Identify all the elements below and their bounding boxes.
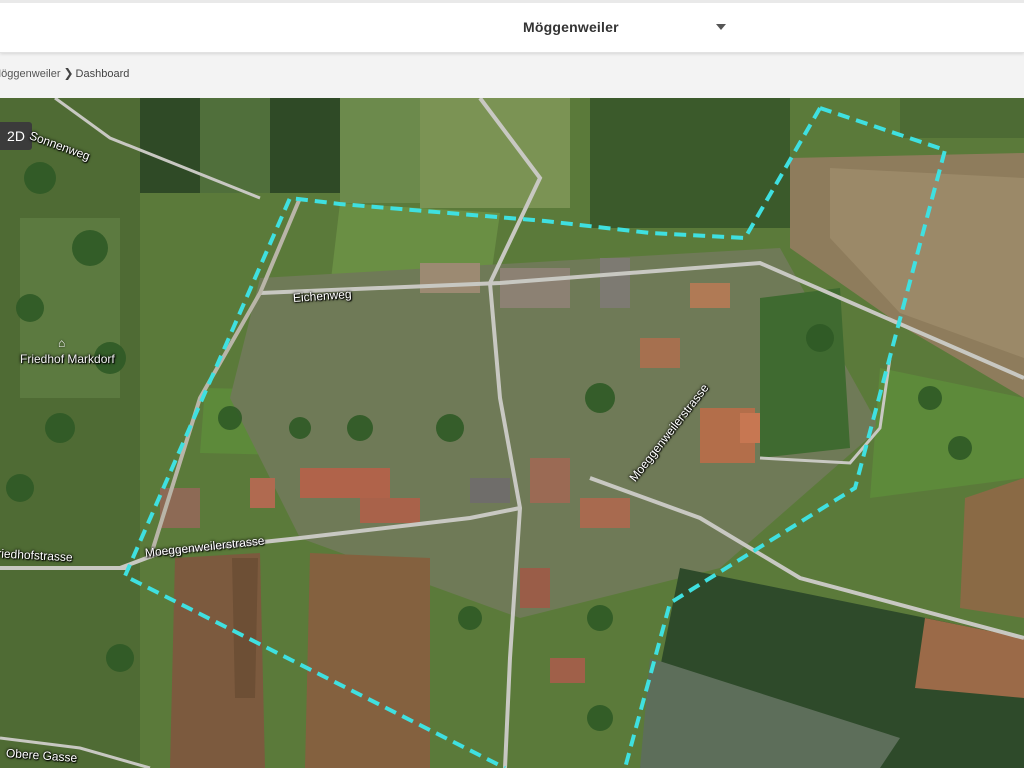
view-toggle-2d-button[interactable]: 2D	[0, 122, 32, 150]
top-bar: Möggenweiler	[0, 0, 1024, 53]
map-imagery	[0, 98, 1024, 768]
breadcrumb-item-location[interactable]: Möggenweiler	[0, 68, 60, 80]
chevron-right-icon: ❯	[63, 66, 74, 80]
cemetery-icon: ⌂	[58, 336, 66, 350]
location-selector[interactable]: Möggenweiler	[505, 14, 735, 40]
top-strip	[0, 0, 1024, 3]
breadcrumb-item-dashboard: Dashboard	[75, 68, 130, 80]
satellite-map[interactable]: 2D Sonnenweg Eichenweg Moeggenweilerstra…	[0, 98, 1024, 768]
breadcrumb: Möggenweiler❯Dashboard	[0, 66, 129, 84]
map-label-cemetery: Friedhof Markdorf	[20, 352, 115, 366]
chevron-down-icon[interactable]	[716, 24, 726, 30]
location-selector-value: Möggenweiler	[523, 19, 619, 35]
